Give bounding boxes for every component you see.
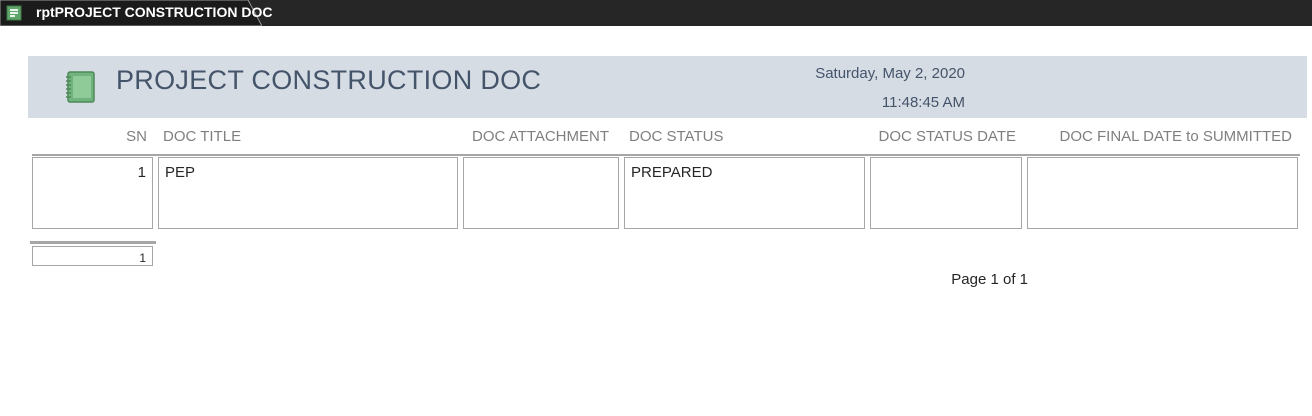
column-header-sn: SN: [126, 128, 147, 145]
report-icon: [6, 5, 22, 21]
cell-sn[interactable]: 1: [32, 157, 153, 229]
record-count[interactable]: 1: [32, 246, 153, 266]
column-header-doc-final-date: DOC FINAL DATE to SUMMITTED: [1059, 128, 1292, 145]
notebook-icon: [66, 71, 95, 103]
column-header-doc-status-date: DOC STATUS DATE: [878, 128, 1016, 145]
cell-doc-status[interactable]: PREPARED: [624, 157, 865, 229]
cell-doc-status-date[interactable]: [870, 157, 1022, 229]
header-divider: [32, 154, 1300, 156]
tab-title: rptPROJECT CONSTRUCTION DOC: [36, 4, 273, 20]
document-tab[interactable]: rptPROJECT CONSTRUCTION DOC: [0, 0, 272, 26]
cell-doc-title[interactable]: PEP: [158, 157, 458, 229]
report-date: Saturday, May 2, 2020: [815, 65, 965, 82]
cell-doc-attachment[interactable]: [463, 157, 619, 229]
cell-doc-final-date[interactable]: [1027, 157, 1298, 229]
column-header-doc-title: DOC TITLE: [163, 128, 242, 145]
column-header-doc-status: DOC STATUS: [629, 128, 724, 145]
document-tab-bar: rptPROJECT CONSTRUCTION DOC: [0, 0, 1312, 26]
total-divider: [30, 241, 156, 244]
column-header-doc-attachment: DOC ATTACHMENT: [472, 128, 609, 145]
page-number: Page 1 of 1: [951, 271, 1028, 288]
report-title: PROJECT CONSTRUCTION DOC: [116, 65, 542, 95]
report-time: 11:48:45 AM: [881, 94, 965, 111]
